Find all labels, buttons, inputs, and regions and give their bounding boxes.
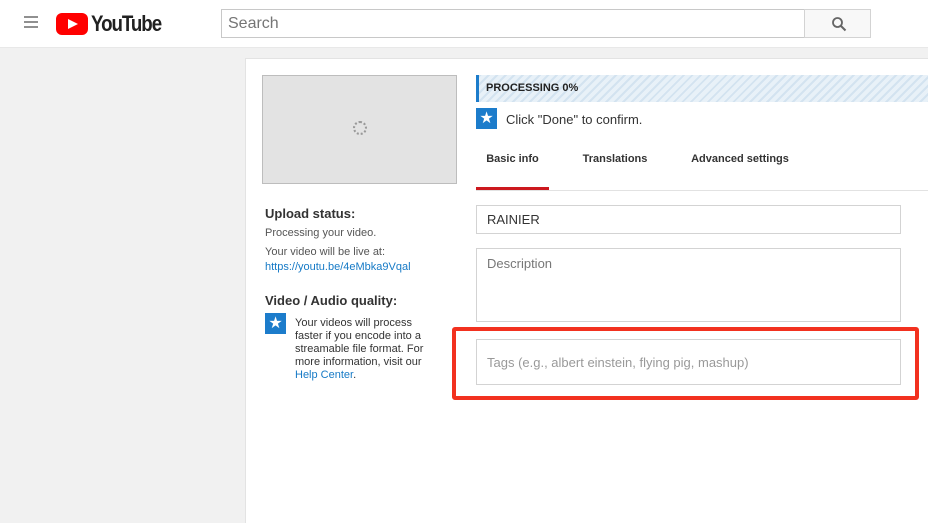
video-url-link[interactable]: https://youtu.be/4eMbka9Vqal [265,261,435,273]
processing-label: PROCESSING 0% [486,82,579,94]
processing-progress-bar: PROCESSING 0% [476,75,928,102]
star-icon: ★ [265,313,286,334]
quality-message-text: Your videos will process faster if you e… [295,317,424,368]
quality-message: Your videos will process faster if you e… [295,317,430,382]
confirm-message: Click "Done" to confirm. [506,112,643,127]
search-input[interactable] [221,9,805,38]
quality-heading: Video / Audio quality: [265,293,398,308]
magnifier-icon [832,17,847,32]
masthead: YouTube [0,0,928,48]
logo-text: YouTube [91,11,162,36]
search-button[interactable] [804,9,871,38]
youtube-logo[interactable]: YouTube [56,11,173,36]
youtube-play-icon [56,13,88,35]
upload-status-section: Upload status: Processing your video. Yo… [265,206,435,273]
video-thumbnail [262,75,457,184]
tab-translations[interactable]: Translations [579,145,651,190]
tab-advanced-settings[interactable]: Advanced settings [689,145,791,190]
hamburger-menu-icon[interactable] [24,16,40,30]
quality-suffix: . [353,369,357,381]
loading-spinner-icon [353,121,367,135]
upload-status-text: Processing your video. [265,227,377,239]
tags-field[interactable] [476,339,901,385]
tab-basic-info[interactable]: Basic info [476,145,549,190]
help-center-link[interactable]: Help Center [295,369,353,381]
upload-status-heading: Upload status: [265,206,356,221]
tab-bar: Basic info Translations Advanced setting… [476,145,928,191]
left-sidebar [0,49,245,523]
description-field[interactable] [476,248,901,322]
live-at-label: Your video will be live at: [265,246,386,258]
title-field[interactable] [476,205,901,234]
star-icon: ★ [476,108,497,129]
